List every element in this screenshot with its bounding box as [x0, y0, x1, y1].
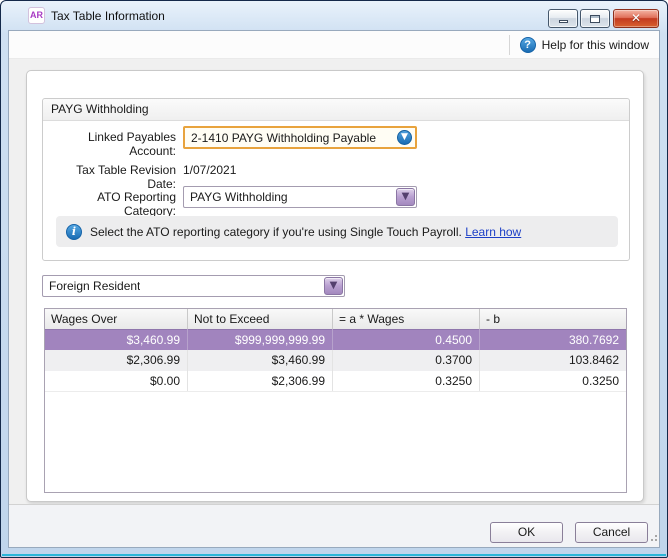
table-row[interactable]: $2,306.99 $3,460.99 0.3700 103.8462 [45, 350, 626, 371]
ok-button[interactable]: OK [490, 522, 563, 543]
revision-date-value: 1/07/2021 [183, 163, 237, 177]
account-dropdown-arrow-icon[interactable]: ▼ [397, 130, 412, 145]
stp-info-bar: i Select the ATO reporting category if y… [56, 216, 618, 247]
column-header[interactable]: Wages Over [45, 309, 188, 329]
cell-not-to-exceed: $2,306.99 [188, 371, 333, 391]
ato-category-combobox[interactable]: PAYG Withholding ▼ [183, 186, 417, 208]
cell-wages-over: $0.00 [45, 371, 188, 391]
cell-b: 0.3250 [582, 374, 619, 388]
help-icon[interactable]: ? [519, 36, 536, 53]
cell-a-wages: 0.4500 [333, 329, 480, 350]
revision-date-label: Tax Table Revision Date: [76, 163, 176, 191]
info-icon: i [66, 223, 82, 240]
content-panel: PAYG Withholding Linked Payables Account… [26, 70, 644, 502]
window-title: Tax Table Information [51, 8, 165, 23]
linked-payables-label: Linked Payables Account: [87, 130, 176, 158]
table-row[interactable]: $3,460.99 $999,999,999.99 0.4500 380.769… [45, 329, 626, 350]
column-header[interactable]: - b [480, 309, 626, 329]
chevron-down-icon[interactable]: ▼ [396, 188, 415, 206]
cell-wages-over: $3,460.99 [45, 329, 188, 350]
maximize-icon [590, 14, 600, 23]
column-header[interactable]: Not to Exceed [188, 309, 333, 329]
ato-category-value: PAYG Withholding [190, 190, 288, 204]
cell-b: 103.8462 [568, 353, 619, 367]
cancel-button[interactable]: Cancel [575, 522, 648, 543]
maximize-button[interactable] [580, 9, 610, 28]
window-frame: AR Tax Table Information ✕ ? Help for th… [0, 0, 668, 558]
cell-a-wages: 0.3700 [333, 350, 480, 371]
table-header-row: Wages Over Not to Exceed = a * Wages - b [45, 309, 626, 329]
close-button[interactable]: ✕ [613, 9, 659, 28]
window-bottom-accent [2, 554, 666, 556]
learn-how-link[interactable]: Learn how [465, 225, 521, 239]
tax-scale-value: Foreign Resident [49, 279, 141, 293]
footer: OK Cancel [9, 505, 659, 547]
cell-not-to-exceed: $3,460.99 [188, 350, 333, 371]
minimize-button[interactable] [548, 9, 578, 28]
toolbar-separator [508, 34, 510, 55]
ato-category-label: ATO Reporting Category: [97, 190, 176, 218]
info-text: Select the ATO reporting category if you… [90, 224, 522, 239]
help-link[interactable]: Help for this window [542, 38, 649, 52]
linked-payables-value: 2-1410 PAYG Withholding Payable [191, 130, 376, 145]
chevron-down-icon[interactable]: ▼ [324, 277, 343, 295]
close-icon: ✕ [630, 11, 642, 25]
linked-payables-combobox[interactable]: 2-1410 PAYG Withholding Payable ▼ [183, 126, 417, 149]
column-header[interactable]: = a * Wages [333, 309, 480, 329]
cell-a-wages: 0.3250 [333, 371, 480, 391]
help-toolbar: ? Help for this window [9, 31, 659, 59]
table-row[interactable]: $0.00 $2,306.99 0.3250 0.3250 [45, 371, 626, 392]
minimize-icon [559, 20, 568, 23]
resize-grip[interactable] [651, 539, 653, 541]
groupbox-title: PAYG Withholding [43, 99, 629, 121]
client-area: ? Help for this window PAYG Withholding … [8, 30, 660, 548]
tax-scale-combobox[interactable]: Foreign Resident ▼ [42, 275, 345, 297]
cell-not-to-exceed: $999,999,999.99 [188, 329, 333, 350]
tax-table: Wages Over Not to Exceed = a * Wages - b… [44, 308, 627, 493]
app-icon: AR [28, 7, 45, 24]
cell-b: 380.7692 [568, 333, 619, 347]
payg-groupbox: PAYG Withholding Linked Payables Account… [42, 98, 630, 261]
cell-wages-over: $2,306.99 [45, 350, 188, 371]
